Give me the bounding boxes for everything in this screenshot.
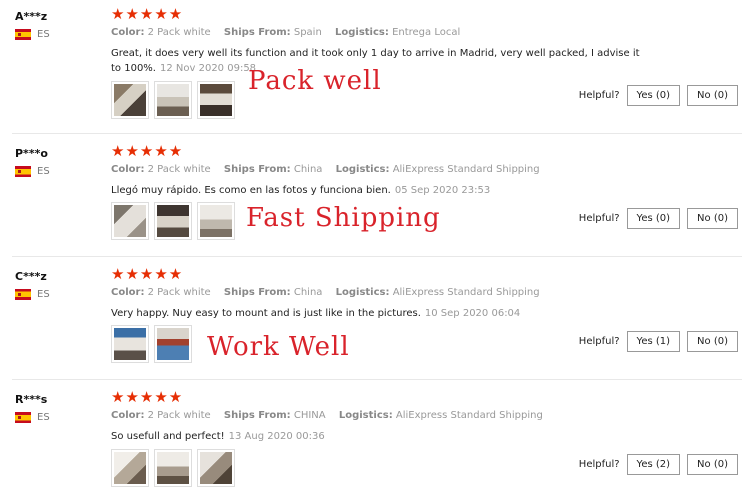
review-photo[interactable]: [197, 202, 235, 240]
vote-yes-button[interactable]: Yes (1): [626, 331, 681, 352]
helpful-label: Helpful?: [578, 459, 620, 470]
rating-stars: ★★★★★: [111, 265, 184, 283]
spain-flag-icon: [15, 166, 31, 177]
overlay-caption: Work Well: [207, 332, 350, 362]
helpful-votes: Helpful? Yes (2) No (0): [579, 454, 738, 475]
ships-from-value: China: [293, 164, 323, 175]
logistics-value: Entrega Local: [392, 27, 461, 38]
review-date: 13 Aug 2020 00:36: [228, 431, 325, 442]
review-meta: Color: 2 Pack white Ships From: China Lo…: [111, 164, 540, 175]
logistics-value: AliExpress Standard Shipping: [395, 410, 543, 421]
helpful-votes: Helpful? Yes (0) No (0): [579, 208, 738, 229]
logistics-value: AliExpress Standard Shipping: [392, 287, 540, 298]
country-code: ES: [37, 29, 50, 40]
color-value: 2 Pack white: [147, 410, 211, 421]
ships-from-value: China: [293, 287, 323, 298]
review-comment: Very happy. Nuy easy to mount and is jus…: [111, 306, 651, 321]
review-item: R***s ES ★★★★★ Color: 2 Pack white Ships…: [0, 388, 750, 504]
reviewer-name: P***o: [15, 147, 48, 160]
helpful-label: Helpful?: [578, 213, 620, 224]
vote-yes-button[interactable]: Yes (2): [626, 454, 681, 475]
rating-stars: ★★★★★: [111, 5, 184, 23]
helpful-votes: Helpful? Yes (1) No (0): [579, 331, 738, 352]
review-photo[interactable]: [111, 325, 149, 363]
comment-text: Very happy. Nuy easy to mount and is jus…: [111, 308, 421, 319]
reviewer-name: C***z: [15, 270, 47, 283]
spain-flag-icon: [15, 412, 31, 423]
color-value: 2 Pack white: [147, 27, 211, 38]
helpful-votes: Helpful? Yes (0) No (0): [579, 85, 738, 106]
vote-no-button[interactable]: No (0): [687, 85, 738, 106]
review-divider: [12, 256, 742, 257]
review-meta: Color: 2 Pack white Ships From: China Lo…: [111, 287, 540, 298]
review-photo[interactable]: [154, 325, 192, 363]
vote-yes-button[interactable]: Yes (0): [626, 208, 681, 229]
comment-text: Llegó muy rápido. Es como en las fotos y…: [111, 185, 391, 196]
review-divider: [12, 133, 742, 134]
review-photo[interactable]: [111, 449, 149, 487]
review-photo[interactable]: [111, 81, 149, 119]
vote-no-button[interactable]: No (0): [687, 331, 738, 352]
reviewer-country: ES: [15, 412, 50, 423]
review-date: 12 Nov 2020 09:58: [160, 63, 257, 74]
ships-from-value: Spain: [293, 27, 322, 38]
country-code: ES: [37, 289, 50, 300]
review-item: A***z ES ★★★★★ Color: 2 Pack white Ships…: [0, 5, 750, 130]
color-value: 2 Pack white: [147, 287, 211, 298]
review-photos: [111, 449, 235, 487]
vote-no-button[interactable]: No (0): [687, 208, 738, 229]
review-item: C***z ES ★★★★★ Color: 2 Pack white Ships…: [0, 265, 750, 380]
review-meta: Color: 2 Pack white Ships From: Spain Lo…: [111, 27, 461, 38]
reviewer-country: ES: [15, 166, 50, 177]
overlay-caption: Pack well: [248, 66, 382, 96]
country-code: ES: [37, 412, 50, 423]
helpful-label: Helpful?: [578, 336, 620, 347]
review-photo[interactable]: [197, 81, 235, 119]
review-meta: Color: 2 Pack white Ships From: CHINA Lo…: [111, 410, 543, 421]
reviewer-name: R***s: [15, 393, 48, 406]
color-value: 2 Pack white: [147, 164, 211, 175]
review-photo[interactable]: [197, 449, 235, 487]
helpful-label: Helpful?: [578, 90, 620, 101]
rating-stars: ★★★★★: [111, 142, 184, 160]
review-date: 05 Sep 2020 23:53: [394, 185, 491, 196]
overlay-caption: Fast Shipping: [246, 203, 441, 233]
spain-flag-icon: [15, 29, 31, 40]
ships-from-value: CHINA: [293, 410, 326, 421]
review-photos: [111, 325, 192, 363]
review-photos: [111, 202, 235, 240]
reviewer-country: ES: [15, 29, 50, 40]
review-divider: [12, 379, 742, 380]
review-photo[interactable]: [154, 449, 192, 487]
vote-no-button[interactable]: No (0): [687, 454, 738, 475]
review-photos: [111, 81, 235, 119]
reviewer-country: ES: [15, 289, 50, 300]
review-comment: So usefull and perfect! 13 Aug 2020 00:36: [111, 429, 651, 444]
comment-text: So usefull and perfect!: [111, 431, 225, 442]
reviewer-name: A***z: [15, 10, 48, 23]
review-photo[interactable]: [154, 202, 192, 240]
spain-flag-icon: [15, 289, 31, 300]
review-date: 10 Sep 2020 06:04: [424, 308, 521, 319]
review-photo[interactable]: [154, 81, 192, 119]
review-photo[interactable]: [111, 202, 149, 240]
review-comment: Llegó muy rápido. Es como en las fotos y…: [111, 183, 651, 198]
rating-stars: ★★★★★: [111, 388, 184, 406]
logistics-value: AliExpress Standard Shipping: [392, 164, 540, 175]
vote-yes-button[interactable]: Yes (0): [626, 85, 681, 106]
country-code: ES: [37, 166, 50, 177]
review-item: P***o ES ★★★★★ Color: 2 Pack white Ships…: [0, 142, 750, 257]
